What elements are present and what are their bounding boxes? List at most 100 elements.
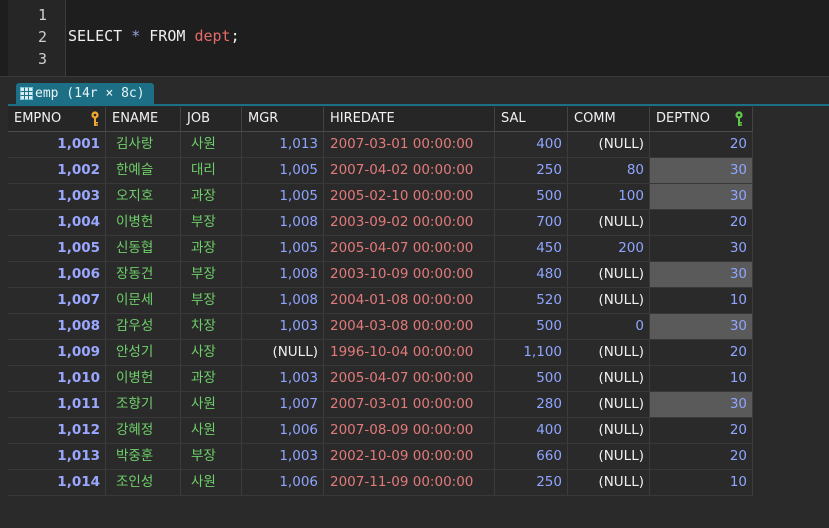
table-row[interactable]: 1,014 조인성 사원 1,006 2007-11-09 00:00:00 250 (NU…: [8, 470, 753, 496]
cell-comm[interactable]: (NULL): [568, 366, 650, 391]
cell-comm[interactable]: (NULL): [568, 418, 650, 443]
cell-job[interactable]: 사원: [181, 132, 242, 157]
cell-hiredate[interactable]: 2005-04-07 00:00:00: [324, 366, 495, 391]
cell-ename[interactable]: 오지호: [106, 184, 181, 209]
cell-job[interactable]: 차장: [181, 314, 242, 339]
table-row[interactable]: 1,008 감우성 차장 1,003 2004-03-08 00:00:00 500 0 30: [8, 314, 753, 340]
cell-empno[interactable]: 1,009: [8, 340, 106, 365]
cell-comm[interactable]: (NULL): [568, 132, 650, 157]
cell-sal[interactable]: 280: [495, 392, 568, 417]
cell-job[interactable]: 사원: [181, 470, 242, 495]
table-row[interactable]: 1,002 한예슬 대리 1,005 2007-04-02 00:00:00 250 80 3…: [8, 158, 753, 184]
column-header-comm[interactable]: COMM: [568, 107, 650, 131]
cell-sal[interactable]: 480: [495, 262, 568, 287]
sql-statement[interactable]: SELECT * FROM dept;: [68, 27, 240, 45]
cell-ename[interactable]: 조향기: [106, 392, 181, 417]
cell-comm[interactable]: 100: [568, 184, 650, 209]
cell-hiredate[interactable]: 2007-03-01 00:00:00: [324, 132, 495, 157]
cell-empno[interactable]: 1,011: [8, 392, 106, 417]
cell-hiredate[interactable]: 2003-10-09 00:00:00: [324, 262, 495, 287]
cell-ename[interactable]: 안성기: [106, 340, 181, 365]
table-row[interactable]: 1,013 박중훈 부장 1,003 2002-10-09 00:00:00 660 (NU…: [8, 444, 753, 470]
cell-mgr[interactable]: 1,006: [242, 470, 324, 495]
cell-hiredate[interactable]: 2007-04-02 00:00:00: [324, 158, 495, 183]
column-header-empno[interactable]: EMPNO: [8, 107, 106, 131]
cell-empno[interactable]: 1,003: [8, 184, 106, 209]
cell-job[interactable]: 사원: [181, 418, 242, 443]
column-header-sal[interactable]: SAL: [495, 107, 568, 131]
cell-empno[interactable]: 1,006: [8, 262, 106, 287]
cell-hiredate[interactable]: 2007-08-09 00:00:00: [324, 418, 495, 443]
cell-mgr[interactable]: 1,006: [242, 418, 324, 443]
cell-deptno[interactable]: 10: [650, 366, 753, 391]
cell-sal[interactable]: 500: [495, 314, 568, 339]
cell-ename[interactable]: 감우성: [106, 314, 181, 339]
cell-sal[interactable]: 500: [495, 184, 568, 209]
cell-deptno[interactable]: 30: [650, 314, 753, 339]
cell-sal[interactable]: 660: [495, 444, 568, 469]
cell-mgr[interactable]: 1,003: [242, 444, 324, 469]
cell-deptno[interactable]: 30: [650, 158, 753, 183]
cell-hiredate[interactable]: 2004-01-08 00:00:00: [324, 288, 495, 313]
table-row[interactable]: 1,007 이문세 부장 1,008 2004-01-08 00:00:00 520 (NU…: [8, 288, 753, 314]
cell-hiredate[interactable]: 2005-04-07 00:00:00: [324, 236, 495, 261]
cell-deptno[interactable]: 10: [650, 470, 753, 495]
cell-ename[interactable]: 장동건: [106, 262, 181, 287]
cell-ename[interactable]: 강혜정: [106, 418, 181, 443]
table-row[interactable]: 1,001 김사랑 사원 1,013 2007-03-01 00:00:00 400 (NU…: [8, 132, 753, 158]
cell-hiredate[interactable]: 2007-11-09 00:00:00: [324, 470, 495, 495]
cell-empno[interactable]: 1,001: [8, 132, 106, 157]
table-row[interactable]: 1,003 오지호 과장 1,005 2005-02-10 00:00:00 500 100…: [8, 184, 753, 210]
cell-empno[interactable]: 1,014: [8, 470, 106, 495]
cell-mgr[interactable]: 1,005: [242, 236, 324, 261]
cell-mgr[interactable]: 1,003: [242, 366, 324, 391]
cell-ename[interactable]: 이병헌: [106, 210, 181, 235]
cell-ename[interactable]: 박중훈: [106, 444, 181, 469]
cell-ename[interactable]: 이문세: [106, 288, 181, 313]
cell-comm[interactable]: (NULL): [568, 392, 650, 417]
cell-deptno[interactable]: 20: [650, 340, 753, 365]
cell-job[interactable]: 사원: [181, 392, 242, 417]
cell-deptno[interactable]: 10: [650, 288, 753, 313]
cell-empno[interactable]: 1,005: [8, 236, 106, 261]
cell-comm[interactable]: (NULL): [568, 288, 650, 313]
cell-job[interactable]: 대리: [181, 158, 242, 183]
column-header-mgr[interactable]: MGR: [242, 107, 324, 131]
cell-empno[interactable]: 1,002: [8, 158, 106, 183]
cell-empno[interactable]: 1,013: [8, 444, 106, 469]
cell-mgr[interactable]: 1,013: [242, 132, 324, 157]
cell-deptno[interactable]: 30: [650, 184, 753, 209]
cell-hiredate[interactable]: 2004-03-08 00:00:00: [324, 314, 495, 339]
cell-empno[interactable]: 1,004: [8, 210, 106, 235]
cell-deptno[interactable]: 20: [650, 210, 753, 235]
cell-sal[interactable]: 1,100: [495, 340, 568, 365]
cell-comm[interactable]: 80: [568, 158, 650, 183]
cell-ename[interactable]: 한예슬: [106, 158, 181, 183]
cell-sal[interactable]: 400: [495, 418, 568, 443]
column-header-hiredate[interactable]: HIREDATE: [324, 107, 495, 131]
cell-sal[interactable]: 700: [495, 210, 568, 235]
cell-deptno[interactable]: 30: [650, 392, 753, 417]
table-row[interactable]: 1,011 조향기 사원 1,007 2007-03-01 00:00:00 280 (NU…: [8, 392, 753, 418]
table-row[interactable]: 1,004 이병헌 부장 1,008 2003-09-02 00:00:00 700 (NU…: [8, 210, 753, 236]
cell-sal[interactable]: 400: [495, 132, 568, 157]
cell-sal[interactable]: 520: [495, 288, 568, 313]
cell-comm[interactable]: (NULL): [568, 210, 650, 235]
cell-job[interactable]: 과장: [181, 236, 242, 261]
cell-job[interactable]: 부장: [181, 444, 242, 469]
cell-deptno[interactable]: 20: [650, 418, 753, 443]
cell-hiredate[interactable]: 2005-02-10 00:00:00: [324, 184, 495, 209]
cell-deptno[interactable]: 30: [650, 262, 753, 287]
cell-hiredate[interactable]: 2003-09-02 00:00:00: [324, 210, 495, 235]
cell-empno[interactable]: 1,012: [8, 418, 106, 443]
cell-ename[interactable]: 이병헌: [106, 366, 181, 391]
column-header-ename[interactable]: ENAME: [106, 107, 181, 131]
table-row[interactable]: 1,012 강혜정 사원 1,006 2007-08-09 00:00:00 400 (NU…: [8, 418, 753, 444]
cell-job[interactable]: 부장: [181, 288, 242, 313]
cell-job[interactable]: 부장: [181, 210, 242, 235]
cell-empno[interactable]: 1,010: [8, 366, 106, 391]
cell-deptno[interactable]: 20: [650, 132, 753, 157]
cell-mgr[interactable]: 1,008: [242, 262, 324, 287]
result-tab-emp[interactable]: emp (14r × 8c): [16, 83, 154, 104]
table-row[interactable]: 1,006 장동건 부장 1,008 2003-10-09 00:00:00 480 (NU…: [8, 262, 753, 288]
